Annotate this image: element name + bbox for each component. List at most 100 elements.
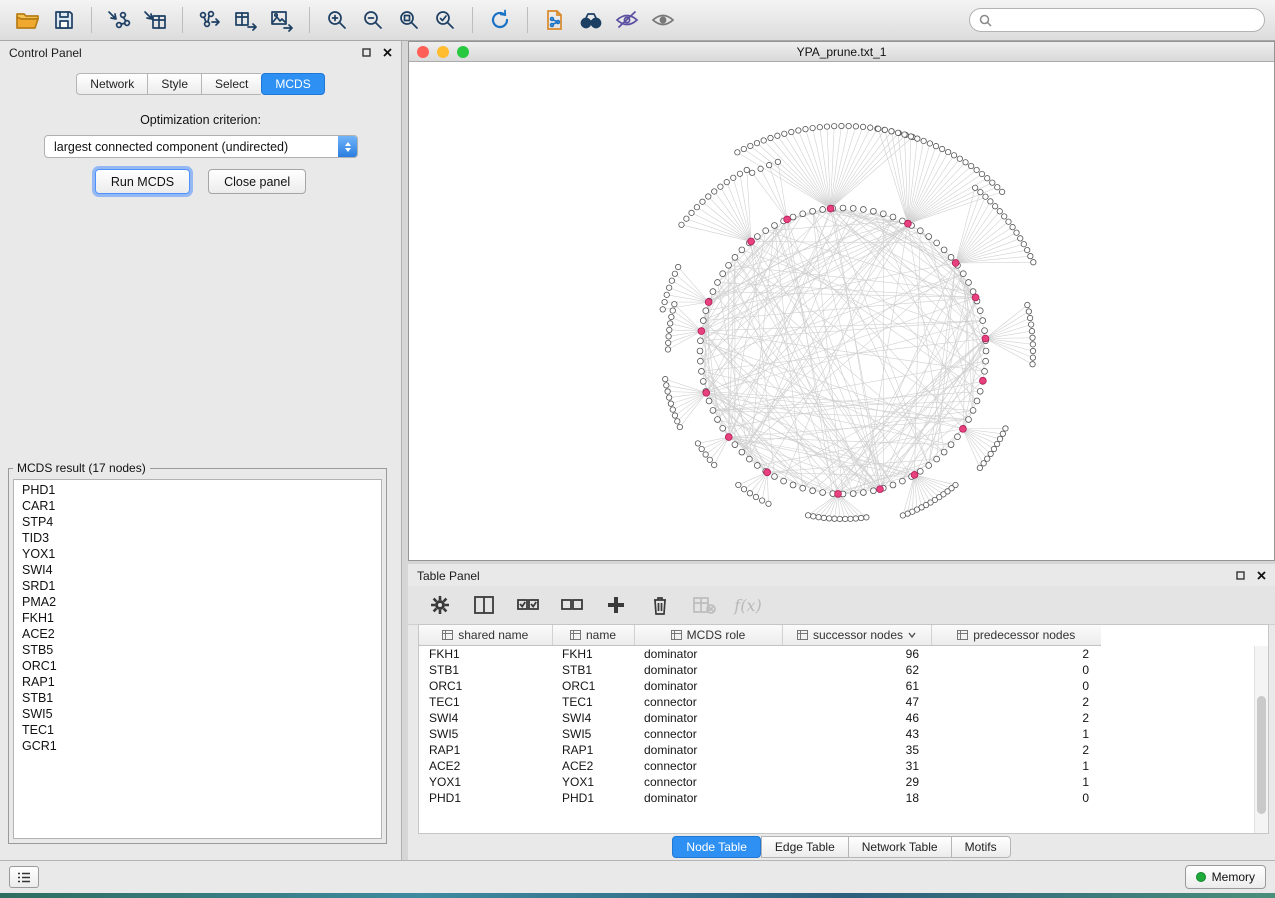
mcds-result-item[interactable]: ACE2 [14, 626, 381, 642]
float-panel-button[interactable] [362, 46, 371, 60]
zoom-out-button[interactable] [355, 4, 391, 36]
save-session-button[interactable] [46, 4, 82, 36]
delete-row-button[interactable] [648, 593, 672, 617]
close-panel-button[interactable] [1257, 569, 1266, 583]
export-table-button[interactable] [228, 4, 264, 36]
mcds-result-item[interactable]: RAP1 [14, 674, 381, 690]
zoom-fit-button[interactable] [391, 4, 427, 36]
mcds-result-item[interactable]: STB5 [14, 642, 381, 658]
mcds-result-item[interactable]: ORC1 [14, 658, 381, 674]
close-icon [1257, 571, 1266, 580]
share-document-button[interactable] [537, 4, 573, 36]
search-field[interactable] [969, 8, 1265, 32]
column-header-successor-nodes[interactable]: successor nodes [782, 625, 931, 646]
optimization-criterion-select[interactable]: largest connected component (undirected) [44, 135, 358, 158]
table-cell-shared-name: YOX1 [419, 774, 552, 790]
table-row[interactable]: ACE2ACE2connector311 [419, 758, 1101, 774]
import-table-button[interactable] [137, 4, 173, 36]
mcds-result-item[interactable]: SWI5 [14, 706, 381, 722]
mcds-result-item[interactable]: PHD1 [14, 482, 381, 498]
export-image-button[interactable] [264, 4, 300, 36]
function-builder-button[interactable]: f(x) [736, 593, 760, 617]
table-row[interactable]: YOX1YOX1connector291 [419, 774, 1101, 790]
tab-node-table[interactable]: Node Table [672, 836, 761, 858]
show-all-button[interactable] [645, 4, 681, 36]
hide-details-button[interactable] [609, 4, 645, 36]
column-label: successor nodes [813, 628, 903, 642]
delete-column-icon [692, 595, 716, 615]
tab-style[interactable]: Style [147, 73, 201, 95]
mcds-result-item[interactable]: SRD1 [14, 578, 381, 594]
import-network-button[interactable] [101, 4, 137, 36]
column-header-shared-name[interactable]: shared name [419, 625, 552, 646]
table-panel-tabs: Node Table Edge Table Network Table Moti… [408, 836, 1275, 858]
close-panel-button[interactable] [383, 46, 392, 60]
column-header-name[interactable]: name [552, 625, 634, 646]
table-row[interactable]: ORC1ORC1dominator610 [419, 678, 1101, 694]
control-panel-title: Control Panel [9, 46, 82, 60]
close-window-button[interactable] [417, 46, 429, 58]
mcds-result-item[interactable]: YOX1 [14, 546, 381, 562]
mcds-result-item[interactable]: STP4 [14, 514, 381, 530]
show-panels-menu-button[interactable] [9, 866, 39, 888]
table-panel-title: Table Panel [417, 569, 480, 583]
export-network-button[interactable] [192, 4, 228, 36]
mcds-result-item[interactable]: STB1 [14, 690, 381, 706]
table-row[interactable]: TEC1TEC1connector472 [419, 694, 1101, 710]
mcds-result-item[interactable]: FKH1 [14, 610, 381, 626]
table-cell-predecessor-nodes: 0 [931, 662, 1101, 678]
search-input[interactable] [998, 12, 1255, 28]
mcds-result-item[interactable]: CAR1 [14, 498, 381, 514]
run-mcds-button[interactable]: Run MCDS [95, 169, 190, 194]
mcds-result-list[interactable]: PHD1CAR1STP4TID3YOX1SWI4SRD1PMA2FKH1ACE2… [13, 479, 382, 839]
table-row[interactable]: SWI4SWI4dominator462 [419, 710, 1101, 726]
table-row[interactable]: STB1STB1dominator620 [419, 662, 1101, 678]
node-table-container: shared name name MCDS role successor nod… [418, 624, 1269, 834]
add-row-button[interactable] [604, 593, 628, 617]
refresh-layout-button[interactable] [482, 4, 518, 36]
delete-column-button[interactable] [692, 593, 716, 617]
tab-edge-table[interactable]: Edge Table [761, 836, 848, 858]
tab-mcds[interactable]: MCDS [261, 73, 324, 95]
network-graph[interactable] [409, 61, 1274, 560]
mcds-result-item[interactable]: PMA2 [14, 594, 381, 610]
mcds-result-item[interactable]: TID3 [14, 530, 381, 546]
scrollbar-thumb[interactable] [1257, 696, 1266, 814]
table-vertical-scrollbar[interactable] [1254, 646, 1268, 833]
close-panel-button-mcds[interactable]: Close panel [208, 169, 306, 194]
minimize-window-button[interactable] [437, 46, 449, 58]
tab-label: Edge Table [775, 840, 835, 854]
zoom-in-button[interactable] [319, 4, 355, 36]
tab-network-table[interactable]: Network Table [848, 836, 951, 858]
column-header-mcds-role[interactable]: MCDS role [634, 625, 782, 646]
table-cell-mcds-role: dominator [634, 662, 782, 678]
mcds-result-item[interactable]: TEC1 [14, 722, 381, 738]
float-panel-button[interactable] [1236, 569, 1245, 583]
table-row[interactable]: FKH1FKH1dominator962 [419, 646, 1101, 663]
tab-select[interactable]: Select [201, 73, 261, 95]
mcds-result-item[interactable]: SWI4 [14, 562, 381, 578]
open-file-button[interactable] [10, 4, 46, 36]
table-row[interactable]: SWI5SWI5connector431 [419, 726, 1101, 742]
memory-button[interactable]: Memory [1185, 865, 1266, 889]
table-row[interactable]: RAP1RAP1dominator352 [419, 742, 1101, 758]
tab-label: Network [90, 77, 134, 91]
show-columns-button[interactable] [472, 593, 496, 617]
table-cell-name: SWI4 [552, 710, 634, 726]
tab-network[interactable]: Network [76, 73, 147, 95]
tab-motifs[interactable]: Motifs [951, 836, 1011, 858]
deselect-all-button[interactable] [560, 593, 584, 617]
zoom-in-icon [325, 8, 349, 32]
table-cell-mcds-role: dominator [634, 790, 782, 806]
find-button[interactable] [573, 4, 609, 36]
table-cell-shared-name: SWI5 [419, 726, 552, 742]
zoom-selected-button[interactable] [427, 4, 463, 36]
network-window-titlebar[interactable]: YPA_prune.txt_1 [409, 42, 1274, 62]
mcds-result-item[interactable]: GCR1 [14, 738, 381, 754]
list-icon [17, 872, 31, 883]
column-header-predecessor-nodes[interactable]: predecessor nodes [931, 625, 1101, 646]
table-settings-button[interactable] [428, 593, 452, 617]
select-all-button[interactable] [516, 593, 540, 617]
table-row[interactable]: PHD1PHD1dominator180 [419, 790, 1101, 806]
maximize-window-button[interactable] [457, 46, 469, 58]
